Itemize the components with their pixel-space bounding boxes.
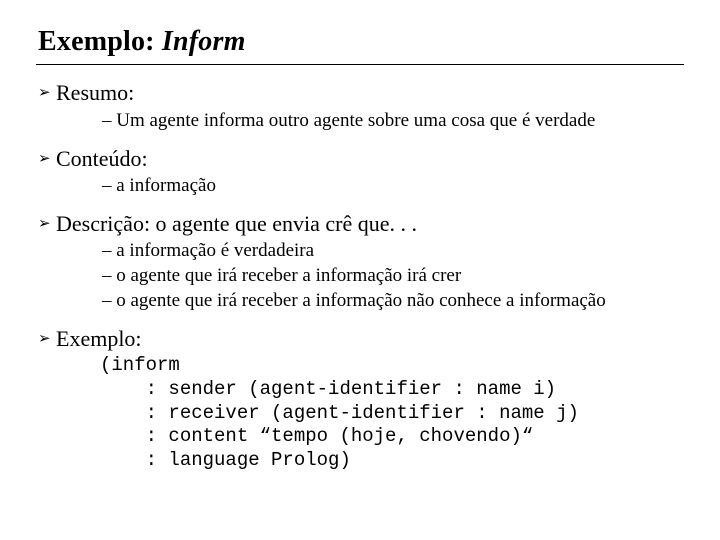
item-label: Descrição: o agente que envia crê que. .… [56, 210, 606, 238]
chevron-right-icon: ➢ [38, 327, 56, 351]
title-rule [36, 64, 684, 65]
sub-list: – Um agente informa outro agente sobre u… [56, 109, 595, 133]
sub-item: – o agente que irá receber a informação … [102, 289, 606, 313]
title-prefix: Exemplo: [38, 26, 162, 57]
item-body: Conteúdo: – a informação [56, 145, 216, 198]
page-title: Exemplo: Inform [38, 24, 684, 60]
sub-list: – a informação é verdadeira – o agente q… [56, 239, 606, 312]
title-wrap: Exemplo: Inform [36, 24, 684, 65]
sub-item: – a informação é verdadeira [102, 239, 606, 263]
item-label: Conteúdo: [56, 145, 216, 173]
bullet-list: ➢ Resumo: – Um agente informa outro agen… [36, 79, 684, 473]
list-item: ➢ Descrição: o agente que envia crê que.… [36, 210, 684, 313]
sub-item: – Um agente informa outro agente sobre u… [102, 109, 595, 133]
list-item: ➢ Resumo: – Um agente informa outro agen… [36, 79, 684, 132]
title-italic: Inform [162, 26, 246, 57]
list-item: ➢ Exemplo: (inform : sender (agent-ident… [36, 325, 684, 473]
item-body: Resumo: – Um agente informa outro agente… [56, 79, 595, 132]
item-label: Exemplo: [56, 325, 579, 353]
chevron-right-icon: ➢ [38, 212, 56, 236]
item-label: Resumo: [56, 79, 595, 107]
item-body: Exemplo: (inform : sender (agent-identif… [56, 325, 579, 473]
sub-item: – o agente que irá receber a informação … [102, 264, 606, 288]
item-body: Descrição: o agente que envia crê que. .… [56, 210, 606, 313]
code-block: (inform : sender (agent-identifier : nam… [100, 354, 579, 473]
sub-item: – a informação [102, 174, 216, 198]
chevron-right-icon: ➢ [38, 81, 56, 105]
list-item: ➢ Conteúdo: – a informação [36, 145, 684, 198]
chevron-right-icon: ➢ [38, 147, 56, 171]
sub-list: – a informação [56, 174, 216, 198]
slide: Exemplo: Inform ➢ Resumo: – Um agente in… [0, 0, 720, 540]
